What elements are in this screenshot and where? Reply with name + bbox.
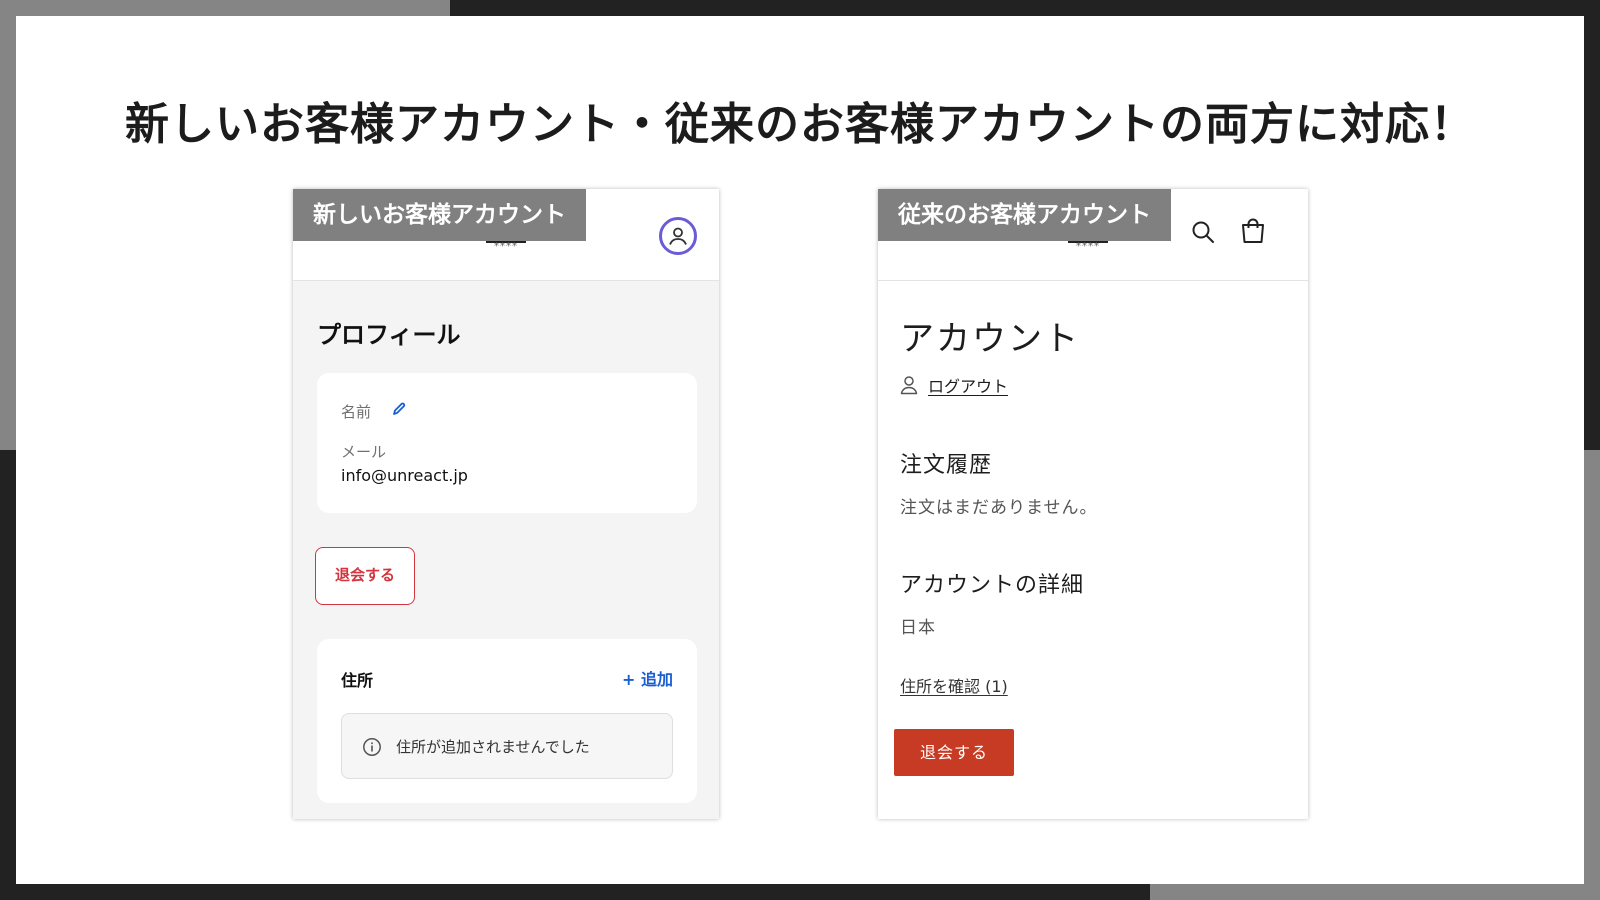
order-history-title: 注文履歴 xyxy=(900,453,993,478)
cart-icon[interactable] xyxy=(1240,217,1266,245)
email-value: info@unreact.jp xyxy=(341,466,468,485)
account-circle-icon[interactable] xyxy=(659,217,697,255)
classic-account-panel: **** 従来のお客様アカウント アカウント ログアウト 注文履歴 注文はまだあ… xyxy=(878,189,1308,819)
profile-title: プロフィール xyxy=(317,321,461,349)
address-card: 住所 + 追加 住所が追加されませんでした xyxy=(317,639,697,803)
name-label: 名前 xyxy=(341,403,372,421)
add-address-button[interactable]: + 追加 xyxy=(622,666,673,690)
search-icon[interactable] xyxy=(1190,219,1216,245)
account-body: プロフィール 名前 メール info@unreact.jp 退会する 住所 + … xyxy=(293,281,719,819)
address-empty-text: 住所が追加されませんでした xyxy=(396,738,590,756)
order-history-text: 注文はまだありません。 xyxy=(900,498,1098,518)
info-icon xyxy=(363,738,381,756)
logout-link[interactable]: ログアウト xyxy=(928,373,1008,397)
delete-account-button[interactable]: 退会する xyxy=(315,547,415,605)
profile-card: 名前 メール info@unreact.jp xyxy=(317,373,697,513)
new-account-panel: **** 新しいお客様アカウント プロフィール 名前 メール info@unre… xyxy=(293,189,719,819)
account-details-title: アカウントの詳細 xyxy=(900,573,1085,598)
account-details-country: 日本 xyxy=(900,618,936,638)
person-icon xyxy=(900,376,918,395)
address-title: 住所 xyxy=(341,671,374,690)
panel-label-new: 新しいお客様アカウント xyxy=(293,189,586,241)
account-title: アカウント xyxy=(900,319,1080,359)
store-logo-text: **** xyxy=(1076,241,1100,252)
panel-label-classic: 従来のお客様アカウント xyxy=(878,189,1171,241)
pencil-icon[interactable] xyxy=(391,401,407,417)
confirm-address-link[interactable]: 住所を確認 (1) xyxy=(900,673,1008,697)
store-logo-text: **** xyxy=(494,241,518,252)
delete-account-button[interactable]: 退会する xyxy=(894,729,1014,776)
email-label: メール xyxy=(341,443,387,461)
slide-headline: 新しいお客様アカウント・従来のお客様アカウントの両方に対応！ xyxy=(125,99,1475,150)
address-empty-notice: 住所が追加されませんでした xyxy=(341,713,673,779)
